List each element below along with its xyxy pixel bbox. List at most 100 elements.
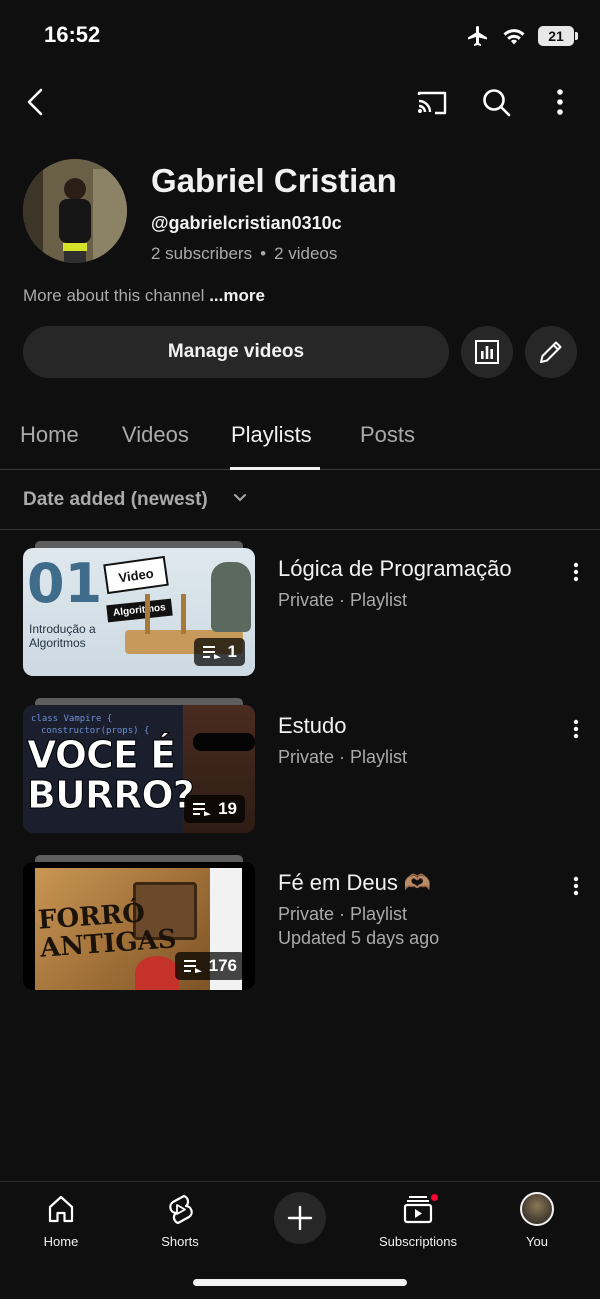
thumb-headline-line: VOCE É <box>27 733 177 777</box>
thumb-peg <box>145 594 150 634</box>
about-more: ...more <box>209 286 265 305</box>
thumb-glasses <box>193 733 255 751</box>
thumb-text-intro: Introdução a Algoritmos <box>29 622 96 650</box>
cast-button[interactable] <box>412 82 452 122</box>
status-time: 16:52 <box>44 22 101 47</box>
back-button[interactable] <box>16 82 56 122</box>
playlist-thumbnail[interactable]: FORRÓ ANTIGAS 176 <box>23 855 255 996</box>
thumb-code-line: class Vampire { <box>31 714 113 724</box>
cast-icon <box>417 91 447 115</box>
video-count: 2 videos <box>274 244 338 263</box>
avatar-person-icon <box>23 159 127 263</box>
avatar <box>520 1192 554 1226</box>
video-count: 1 <box>227 642 237 661</box>
manage-videos-button[interactable]: Manage videos <box>23 326 449 378</box>
home-indicator <box>193 1279 407 1286</box>
video-count-badge: 1 <box>193 638 245 666</box>
playlist-icon <box>183 960 202 973</box>
wifi-icon <box>503 29 525 45</box>
thumbnail-image: 01 Video Algoritmos Introdução a Algorit… <box>23 548 255 676</box>
playlist-item[interactable]: class Vampire { constructor(props) { VOC… <box>0 698 600 841</box>
playlist-icon <box>202 646 221 659</box>
nav-shorts[interactable]: Shorts <box>125 1192 235 1249</box>
thumbnail-image: FORRÓ ANTIGAS 176 <box>23 862 255 990</box>
playlist-stack-edge <box>35 541 243 548</box>
channel-name: Gabriel Cristian <box>151 162 397 199</box>
battery-level: 21 <box>548 28 564 44</box>
video-count: 19 <box>218 799 237 818</box>
playlist-menu-button[interactable] <box>562 872 590 900</box>
pencil-icon <box>540 341 562 363</box>
airplane-icon <box>468 26 487 46</box>
thumb-text-big: 01 <box>27 552 103 615</box>
thumb-headline: VOCE É BURRO? <box>27 733 196 817</box>
playlist-menu-button[interactable] <box>562 558 590 586</box>
video-count-badge: 176 <box>174 952 245 980</box>
thumb-title: FORRÓ ANTIGAS <box>37 897 177 963</box>
notification-dot <box>429 1192 440 1203</box>
sort-label: Date added (newest) <box>23 489 208 510</box>
channel-handle: @gabrielcristian0310c <box>151 213 342 233</box>
video-count: 176 <box>208 956 237 975</box>
playlist-item[interactable]: 01 Video Algoritmos Introdução a Algorit… <box>0 541 600 684</box>
tab-posts[interactable]: Posts <box>360 422 415 448</box>
about-channel-link[interactable]: More about this channel ...more <box>23 286 265 306</box>
playlist-stack-edge <box>35 855 243 862</box>
nav-you-label: You <box>526 1234 548 1249</box>
analytics-icon <box>475 340 499 364</box>
nav-subscriptions-label: Subscriptions <box>378 1234 458 1249</box>
thumb-text-video: Video <box>103 555 169 595</box>
active-tab-indicator <box>230 467 320 470</box>
channel-avatar[interactable] <box>23 159 127 263</box>
channel-tabs: Home Videos Playlists Posts <box>0 410 600 470</box>
playlist-thumbnail[interactable]: class Vampire { constructor(props) { VOC… <box>23 698 255 839</box>
analytics-button[interactable] <box>461 326 513 378</box>
playlist-title[interactable]: Estudo <box>278 713 347 739</box>
status-bar: 16:52 21 <box>0 0 600 70</box>
nav-home-label: Home <box>43 1234 79 1249</box>
create-button[interactable] <box>274 1192 326 1244</box>
battery-icon: 21 <box>538 26 578 46</box>
nav-you[interactable]: You <box>482 1192 592 1249</box>
thumb-text-algoritmos: Algoritmos <box>106 598 173 623</box>
thumb-logo <box>135 956 179 990</box>
thumb-figure <box>211 562 251 632</box>
playlist-subtitle: Private · Playlist <box>278 590 408 610</box>
video-count-badge: 19 <box>184 795 245 823</box>
playlist-item[interactable]: FORRÓ ANTIGAS 176 Fé em Deus 🫶🏽 Private … <box>0 855 600 998</box>
playlist-icon <box>193 803 212 816</box>
tab-home[interactable]: Home <box>20 422 79 448</box>
thumb-headline-line: BURRO? <box>27 773 196 817</box>
chevron-down-icon <box>234 494 246 502</box>
search-icon <box>483 89 511 117</box>
about-text: More about this channel <box>23 286 205 305</box>
playlist-title[interactable]: Lógica de Programação <box>278 556 512 582</box>
channel-stats: 2 subscribers • 2 videos <box>151 244 337 264</box>
thumb-peg <box>181 594 186 634</box>
nav-home[interactable]: Home <box>6 1192 116 1249</box>
nav-subscriptions[interactable]: Subscriptions <box>363 1192 473 1249</box>
shorts-icon <box>169 1194 193 1225</box>
more-options-button[interactable] <box>540 82 580 122</box>
home-icon <box>48 1195 74 1223</box>
more-vertical-icon <box>573 719 579 739</box>
playlist-subtitle: Private · Playlist <box>278 747 408 767</box>
status-icons: 21 <box>466 24 578 48</box>
thumbnail-image: class Vampire { constructor(props) { VOC… <box>23 705 255 833</box>
chevron-left-icon <box>27 88 43 116</box>
edit-channel-button[interactable] <box>525 326 577 378</box>
tab-playlists[interactable]: Playlists <box>231 422 312 448</box>
search-button[interactable] <box>476 82 516 122</box>
playlist-updated: Updated 5 days ago <box>278 928 440 948</box>
playlist-menu-button[interactable] <box>562 715 590 743</box>
more-vertical-icon <box>557 89 563 115</box>
stats-separator: • <box>260 244 267 263</box>
more-vertical-icon <box>573 562 579 582</box>
playlist-thumbnail[interactable]: 01 Video Algoritmos Introdução a Algorit… <box>23 541 255 682</box>
sort-dropdown[interactable]: Date added (newest) <box>0 471 600 530</box>
top-app-bar <box>0 78 600 126</box>
playlist-stack-edge <box>35 698 243 705</box>
playlist-subtitle: Private · Playlist <box>278 904 408 924</box>
tab-videos[interactable]: Videos <box>122 422 189 448</box>
playlist-title[interactable]: Fé em Deus 🫶🏽 <box>278 870 431 896</box>
